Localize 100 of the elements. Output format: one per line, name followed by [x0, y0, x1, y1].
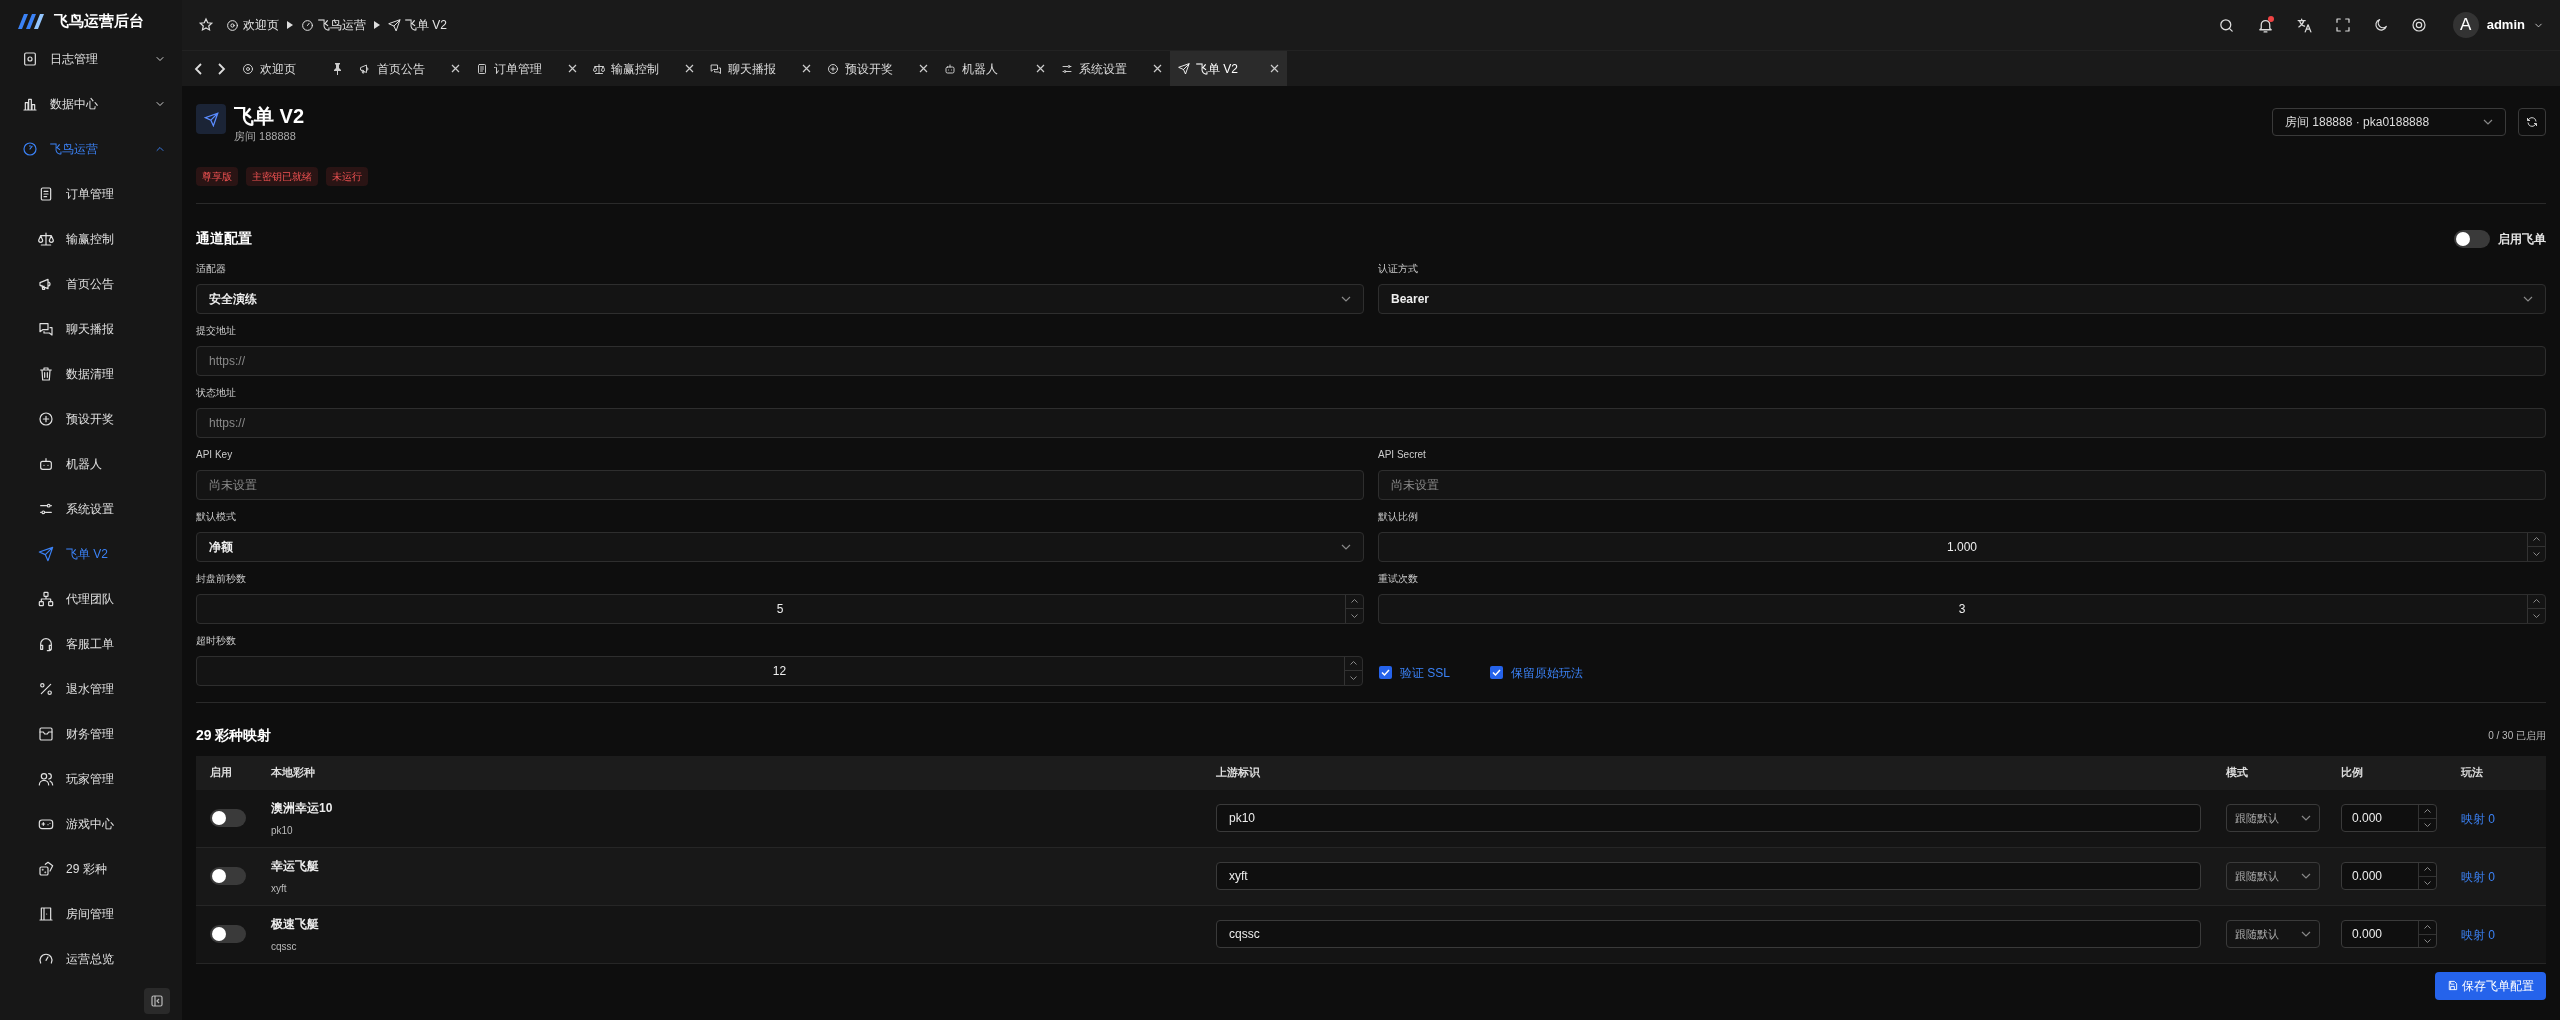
room-select[interactable]: 房间 188888 · pka0188888: [2272, 108, 2506, 136]
input-field[interactable]: xyft: [1216, 862, 2201, 890]
collapse-sidebar-button[interactable]: [144, 987, 170, 1014]
tab[interactable]: 输赢控制: [585, 51, 702, 86]
sidebar-item[interactable]: 机器人: [0, 441, 182, 487]
sidebar-item[interactable]: 首页公告: [0, 261, 182, 307]
sidebar-item[interactable]: 数据清理: [0, 351, 182, 397]
select-field[interactable]: 跟随默认: [2226, 920, 2320, 948]
close-icon[interactable]: [802, 64, 811, 73]
breadcrumb-link[interactable]: 飞单 V2: [388, 16, 447, 34]
number-stepper[interactable]: [2418, 805, 2436, 831]
close-icon[interactable]: [919, 64, 928, 73]
checkbox[interactable]: 验证 SSL: [1379, 663, 1450, 682]
scale-icon: [593, 62, 605, 75]
refresh-button[interactable]: [2518, 108, 2546, 136]
sidebar-item[interactable]: 订单管理: [0, 171, 182, 217]
close-icon[interactable]: [451, 64, 460, 73]
tab[interactable]: 聊天播报: [702, 51, 819, 86]
forward-icon[interactable]: [216, 62, 226, 75]
sidebar-item[interactable]: 飞鸟运营: [0, 126, 182, 172]
number-field[interactable]: 1.000: [1378, 531, 2546, 562]
toggle-switch[interactable]: [210, 925, 246, 943]
users-icon: [38, 770, 54, 787]
number-field[interactable]: 0.000: [2341, 920, 2437, 948]
star-icon[interactable]: [198, 17, 214, 33]
tab[interactable]: 预设开奖: [819, 51, 936, 86]
tab[interactable]: 欢迎页: [234, 51, 351, 86]
toggle-switch[interactable]: [2454, 229, 2490, 248]
sidebar-item[interactable]: 代理团队: [0, 576, 182, 622]
translate-icon: [2295, 16, 2313, 34]
sidebar-item[interactable]: 运营总览: [0, 936, 182, 982]
sidebar-item[interactable]: 29 彩种: [0, 846, 182, 892]
logo-icon: [16, 11, 46, 32]
sidebar-item[interactable]: 系统设置: [0, 486, 182, 532]
select-field[interactable]: Bearer: [1378, 283, 2546, 314]
sidebar-item[interactable]: 预设开奖: [0, 396, 182, 442]
save-icon: [2447, 980, 2458, 991]
close-icon[interactable]: [1153, 64, 1162, 73]
sidebar-item[interactable]: 退水管理: [0, 666, 182, 712]
input-field[interactable]: https://: [196, 407, 2546, 438]
tab[interactable]: 飞单 V2: [1170, 51, 1287, 86]
sidebar-item[interactable]: 数据中心: [0, 81, 182, 127]
input-field[interactable]: 尚未设置: [1378, 469, 2546, 500]
tab[interactable]: 机器人: [936, 51, 1053, 86]
save-button[interactable]: 保存飞单配置: [2435, 971, 2546, 1000]
toggle-switch[interactable]: [210, 867, 246, 885]
sidebar-item[interactable]: 日志管理: [0, 36, 182, 82]
input-field[interactable]: 尚未设置: [196, 469, 1364, 500]
pin-icon[interactable]: [332, 62, 343, 75]
breadcrumb-link[interactable]: 欢迎页: [226, 16, 279, 34]
number-field[interactable]: 3: [1378, 593, 2546, 624]
checkbox-box[interactable]: [1490, 666, 1503, 679]
sidebar-collapse-icon: [151, 994, 163, 1007]
status-badge: 未运行: [326, 166, 368, 186]
sidebar-item[interactable]: 飞单 V2: [0, 531, 182, 577]
close-icon[interactable]: [568, 64, 577, 73]
number-stepper[interactable]: [2418, 921, 2436, 947]
chevron-up-icon: [2424, 809, 2431, 814]
number-field[interactable]: 0.000: [2341, 862, 2437, 890]
input-field[interactable]: cqssc: [1216, 920, 2201, 948]
toggle-switch[interactable]: [210, 809, 246, 827]
tab[interactable]: 系统设置: [1053, 51, 1170, 86]
sidebar-item[interactable]: 输赢控制: [0, 216, 182, 262]
tab[interactable]: 订单管理: [468, 51, 585, 86]
number-field[interactable]: 5: [196, 593, 1364, 624]
select-field[interactable]: 跟随默认: [2226, 862, 2320, 890]
chevron-up-icon: [2533, 537, 2540, 542]
number-field[interactable]: 0.000: [2341, 804, 2437, 832]
tab[interactable]: 首页公告: [351, 51, 468, 86]
section-title: 29 彩种映射: [196, 725, 272, 745]
select-field[interactable]: 跟随默认: [2226, 804, 2320, 832]
toggle-label: 启用飞单: [2498, 230, 2546, 248]
select-field[interactable]: 净额: [196, 531, 1364, 562]
close-icon[interactable]: [1270, 64, 1279, 73]
close-icon[interactable]: [685, 64, 694, 73]
user-name[interactable]: admin: [2486, 15, 2525, 35]
column-header: 本地彩种: [271, 765, 316, 781]
sidebar-item[interactable]: 玩家管理: [0, 756, 182, 802]
sidebar-item[interactable]: 房间管理: [0, 891, 182, 937]
close-icon[interactable]: [1036, 64, 1045, 73]
notification-button[interactable]: [2256, 16, 2274, 34]
input-field[interactable]: https://: [196, 345, 2546, 376]
mapping-link[interactable]: 映射 0: [2461, 812, 2495, 826]
chevron-down-icon: [2523, 295, 2533, 302]
back-icon[interactable]: [194, 62, 204, 75]
input-field[interactable]: pk10: [1216, 804, 2201, 832]
sidebar-item[interactable]: 客服工单: [0, 621, 182, 667]
number-stepper[interactable]: [2418, 863, 2436, 889]
mapping-link[interactable]: 映射 0: [2461, 870, 2495, 884]
user-avatar[interactable]: A: [2452, 12, 2479, 38]
mapping-link[interactable]: 映射 0: [2461, 928, 2495, 942]
select-field[interactable]: 安全演练: [196, 283, 1364, 314]
number-field[interactable]: 12: [196, 655, 1363, 686]
lottery-name: 幸运飞艇: [271, 857, 320, 875]
sidebar-item[interactable]: 聊天播报: [0, 306, 182, 352]
sidebar-item[interactable]: 游戏中心: [0, 801, 182, 847]
sidebar-item[interactable]: 财务管理: [0, 711, 182, 757]
breadcrumb-link[interactable]: 飞鸟运营: [301, 16, 366, 34]
checkbox-box[interactable]: [1379, 666, 1392, 679]
checkbox[interactable]: 保留原始玩法: [1490, 663, 1583, 682]
